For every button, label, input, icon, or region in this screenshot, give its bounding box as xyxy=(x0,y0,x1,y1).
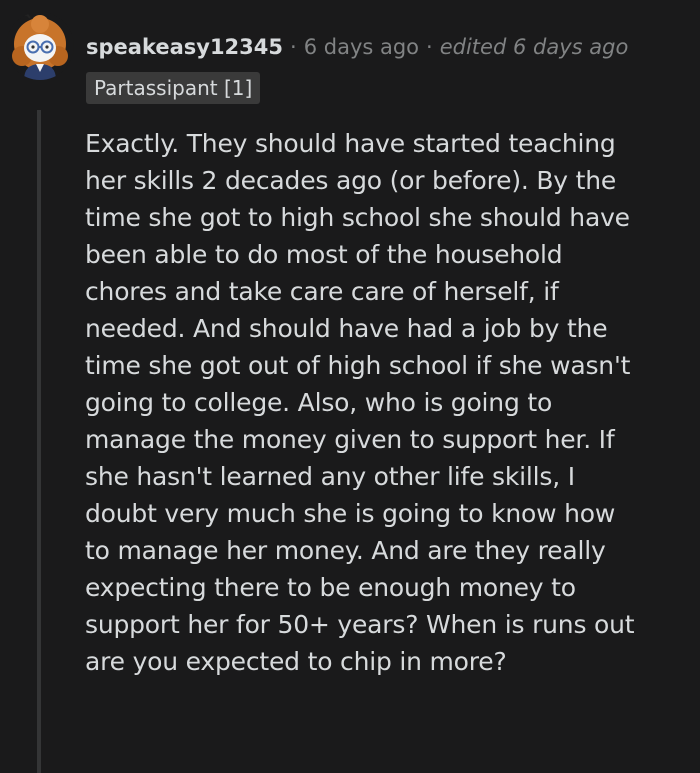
comment-line: manage the money given to support her. I… xyxy=(85,425,615,454)
user-flair: Partassipant [1] xyxy=(86,72,261,104)
thread-collapse-line[interactable] xyxy=(37,110,41,773)
comment-line: expecting there to be enough money to xyxy=(85,573,576,602)
meta-separator: · xyxy=(290,35,297,59)
comment-body: Exactly. They should have started teachi… xyxy=(85,125,685,680)
comment-line: been able to do most of the household xyxy=(85,240,563,269)
comment-line: going to college. Also, who is going to xyxy=(85,388,553,417)
comment-line: time she got to high school she should h… xyxy=(85,203,630,232)
comment-line: chores and take care care of herself, if xyxy=(85,277,559,306)
edited-label: edited 6 days ago xyxy=(439,35,629,59)
meta-separator: · xyxy=(426,35,433,59)
comment-line: doubt very much she is going to know how xyxy=(85,499,616,528)
snoo-avatar-icon xyxy=(6,12,74,80)
comment-line: time she got out of high school if she w… xyxy=(85,351,631,380)
user-avatar[interactable] xyxy=(6,12,74,80)
comment-line: her skills 2 decades ago (or before). By… xyxy=(85,166,617,195)
comment-line: she hasn't learned any other life skills… xyxy=(85,462,575,491)
timestamp-link[interactable]: 6 days ago xyxy=(304,35,419,59)
comment-line: Exactly. They should have started teachi… xyxy=(85,129,616,158)
comment-line: needed. And should have had a job by the xyxy=(85,314,608,343)
comment-line: to manage her money. And are they really xyxy=(85,536,606,565)
comment-line: are you expected to chip in more? xyxy=(85,647,507,676)
username-link[interactable]: speakeasy12345 xyxy=(86,35,283,59)
comment: speakeasy12345 · 6 days ago · edited 6 days … xyxy=(0,0,700,773)
comment-meta: speakeasy12345 · 6 days ago · edited 6 days … xyxy=(86,31,628,63)
comment-line: support her for 50+ years? When is runs … xyxy=(85,610,635,639)
